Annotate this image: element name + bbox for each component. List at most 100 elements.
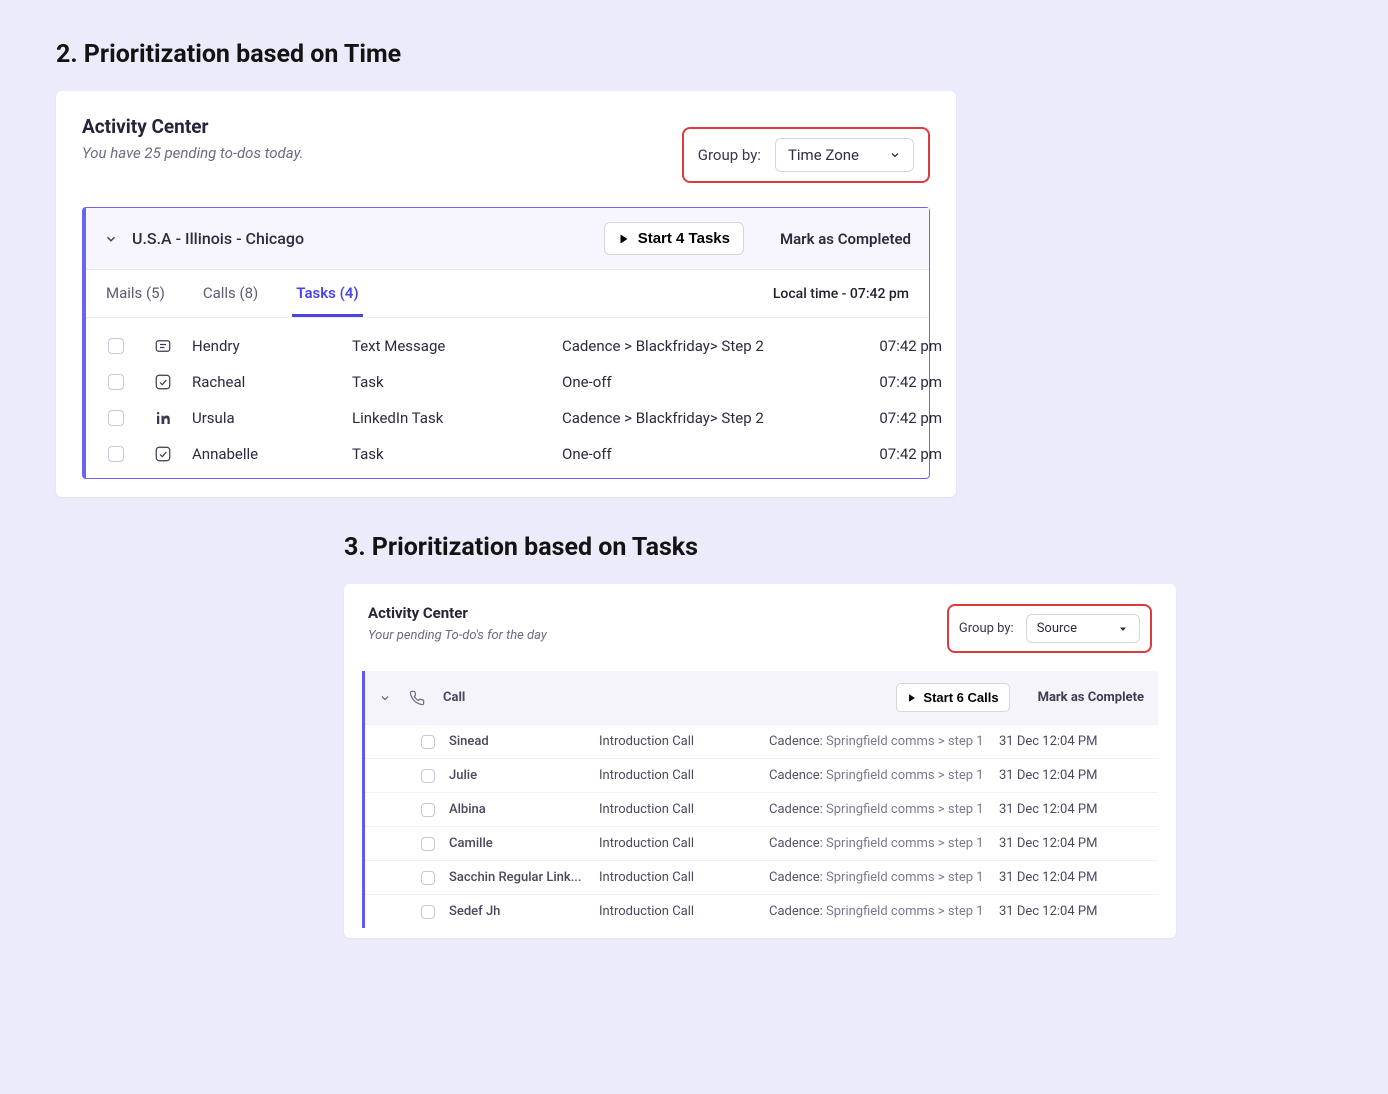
page-title: Activity Center [368,604,547,622]
page-subtitle: Your pending To-do's for the day [368,628,547,643]
page-title: Activity Center [82,115,304,138]
cadence: Cadence: Springfield comms > step 1 [769,802,999,817]
contact-name: Albina [449,802,599,817]
page-subtitle: You have 25 pending to-dos today. [82,144,304,162]
caret-down-icon [1117,623,1129,635]
start-tasks-button[interactable]: Start 4 Tasks [604,222,744,255]
call-type: Introduction Call [599,836,769,851]
local-time-label: Local time - 07:42 pm [773,286,913,302]
call-type: Introduction Call [599,802,769,817]
row-checkbox[interactable] [421,837,435,851]
text-message-icon [154,337,192,355]
tab-calls[interactable]: Calls (8) [199,270,262,317]
start-calls-button[interactable]: Start 6 Calls [896,683,1009,712]
cadence: Cadence: Springfield comms > step 1 [769,904,999,919]
tab-mails[interactable]: Mails (5) [102,270,169,317]
contact-name: Ursula [192,409,352,427]
contact-name: Camille [449,836,599,851]
row-checkbox[interactable] [421,735,435,749]
call-type: Introduction Call [599,734,769,749]
chevron-down-icon [889,149,901,161]
group-by-highlight: Group by: Time Zone [682,127,930,183]
play-icon [618,233,630,245]
task-source: Cadence > Blackfriday> Step 2 [562,337,832,355]
cadence: Cadence: Springfield comms > step 1 [769,836,999,851]
table-row: Sedef JhIntroduction CallCadence: Spring… [365,894,1158,928]
section-heading: 2. Prioritization based on Time [56,40,1348,69]
task-time: 07:42 pm [832,445,942,463]
cadence: Cadence: Springfield comms > step 1 [769,734,999,749]
group-location: U.S.A - Illinois - Chicago [132,229,590,248]
contact-name: Annabelle [192,445,352,463]
row-checkbox[interactable] [108,446,124,462]
table-row: Sacchin Regular Link...Introduction Call… [365,860,1158,894]
group-by-label: Group by: [959,621,1014,636]
linkedin-icon [154,409,192,427]
row-checkbox[interactable] [421,905,435,919]
task-type: Task [352,373,562,391]
table-row: AnnabelleTaskOne-off07:42 pm [86,436,929,472]
row-checkbox[interactable] [108,338,124,354]
tab-tasks[interactable]: Tasks (4) [292,270,362,317]
chevron-down-icon[interactable] [104,232,118,246]
start-tasks-label: Start 4 Tasks [638,230,730,247]
timestamp: 31 Dec 12:04 PM [999,734,1119,749]
task-source: One-off [562,445,832,463]
table-row: SineadIntroduction CallCadence: Springfi… [365,724,1158,758]
row-checkbox[interactable] [421,871,435,885]
task-type: LinkedIn Task [352,409,562,427]
timestamp: 31 Dec 12:04 PM [999,768,1119,783]
group-by-value: Source [1037,621,1077,636]
table-row: JulieIntroduction CallCadence: Springfie… [365,758,1158,792]
group-header: Call Start 6 Calls Mark as Complete [365,671,1158,724]
row-checkbox[interactable] [108,410,124,426]
phone-icon [409,690,425,706]
task-source: One-off [562,373,832,391]
chevron-down-icon[interactable] [379,692,391,704]
task-source: Cadence > Blackfriday> Step 2 [562,409,832,427]
activity-center-card-time: Activity Center You have 25 pending to-d… [56,91,956,497]
contact-name: Hendry [192,337,352,355]
task-time: 07:42 pm [832,409,942,427]
call-type: Introduction Call [599,904,769,919]
row-checkbox[interactable] [421,769,435,783]
contact-name: Racheal [192,373,352,391]
task-check-icon [154,445,192,463]
cadence: Cadence: Springfield comms > step 1 [769,768,999,783]
timestamp: 31 Dec 12:04 PM [999,870,1119,885]
group-by-label: Group by: [698,146,761,164]
group-by-value: Time Zone [788,146,859,164]
group-by-select[interactable]: Source [1026,614,1140,643]
row-checkbox[interactable] [421,803,435,817]
table-row: CamilleIntroduction CallCadence: Springf… [365,826,1158,860]
activity-center-card-tasks: Activity Center Your pending To-do's for… [344,584,1176,938]
timezone-group-panel: U.S.A - Illinois - Chicago Start 4 Tasks… [82,207,930,479]
task-time: 07:42 pm [832,373,942,391]
table-row: RachealTaskOne-off07:42 pm [86,364,929,400]
call-type: Introduction Call [599,870,769,885]
group-by-select[interactable]: Time Zone [775,138,914,172]
timestamp: 31 Dec 12:04 PM [999,836,1119,851]
row-checkbox[interactable] [108,374,124,390]
table-row: HendryText MessageCadence > Blackfriday>… [86,328,929,364]
call-type: Introduction Call [599,768,769,783]
group-header: U.S.A - Illinois - Chicago Start 4 Tasks… [86,208,929,270]
task-type: Text Message [352,337,562,355]
table-row: UrsulaLinkedIn TaskCadence > Blackfriday… [86,400,929,436]
contact-name: Sinead [449,734,599,749]
timestamp: 31 Dec 12:04 PM [999,904,1119,919]
source-group-panel: Call Start 6 Calls Mark as Complete Sine… [362,671,1158,928]
section-heading: 3. Prioritization based on Tasks [344,533,1348,562]
cadence: Cadence: Springfield comms > step 1 [769,870,999,885]
table-row: AlbinaIntroduction CallCadence: Springfi… [365,792,1158,826]
contact-name: Julie [449,768,599,783]
contact-name: Sedef Jh [449,904,599,919]
mark-completed-button[interactable]: Mark as Completed [780,230,911,248]
contact-name: Sacchin Regular Link... [449,870,599,885]
task-time: 07:42 pm [832,337,942,355]
task-check-icon [154,373,192,391]
start-calls-label: Start 6 Calls [923,690,998,705]
task-type: Task [352,445,562,463]
mark-complete-button[interactable]: Mark as Complete [1038,690,1144,705]
group-by-highlight: Group by: Source [947,604,1152,653]
